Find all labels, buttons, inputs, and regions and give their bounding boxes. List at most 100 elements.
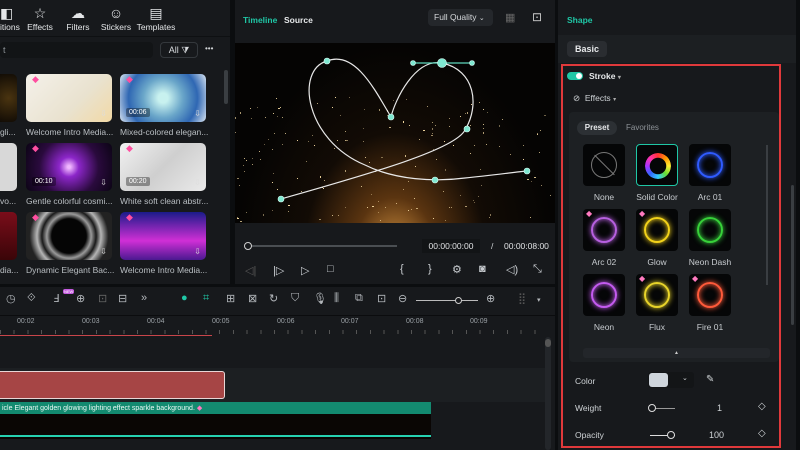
premium-gem-icon: ◆ xyxy=(196,405,203,412)
snap-icon[interactable]: ⌗ xyxy=(203,292,209,305)
preset-fire-01[interactable]: ◆ xyxy=(689,274,731,316)
ai-audio-icon[interactable]: ⊡ xyxy=(98,292,107,305)
collapse-presets-button[interactable]: ▲ xyxy=(583,348,770,358)
preset-neon-dash[interactable] xyxy=(689,209,731,251)
stop-icon[interactable]: □ xyxy=(327,263,334,275)
preset-label: Glow xyxy=(647,257,667,267)
premium-gem-icon: ◆ xyxy=(32,212,39,222)
download-icon[interactable]: ⇩ xyxy=(194,178,201,187)
more-tools-icon[interactable]: » xyxy=(141,292,147,304)
caret-down-icon: ▾ xyxy=(617,75,621,81)
fit-icon[interactable]: ⊡ xyxy=(377,292,386,305)
keyframe-icon[interactable]: ⟐ xyxy=(27,292,36,305)
play-frame-icon[interactable]: |▷ xyxy=(273,264,284,277)
fullscreen-icon[interactable]: ⤡ xyxy=(533,263,542,276)
pip-icon[interactable]: ⧉ xyxy=(355,292,363,305)
snapshot-icon[interactable]: ◙ xyxy=(479,263,486,275)
color-picker[interactable]: ⌄ xyxy=(648,372,694,388)
image-icon[interactable]: ⊠ xyxy=(248,292,257,305)
preset-flux[interactable]: ◆ xyxy=(636,274,678,316)
opacity-keyframe-icon[interactable]: ◇ xyxy=(758,428,766,439)
ruler-label: 00:07 xyxy=(341,318,359,325)
total-time: 00:00:08:00 xyxy=(504,241,549,251)
previous-frame-icon[interactable]: ◁| xyxy=(245,264,256,277)
preset-solid-color[interactable] xyxy=(636,144,678,186)
preset-label: Flux xyxy=(648,322,666,332)
zoom-out-icon[interactable]: ⊖ xyxy=(398,292,407,305)
ai-portrait-icon[interactable]: ⊕ xyxy=(76,292,85,305)
premium-gem-icon: ◆ xyxy=(126,143,133,153)
media-thumbnail-partial[interactable] xyxy=(0,143,17,191)
media-thumbnail[interactable]: ◆ ⇩ xyxy=(120,212,206,260)
preset-none[interactable] xyxy=(583,144,625,186)
audio-mixer-icon[interactable]: ⫼ xyxy=(334,292,339,305)
preset-label: Arc 02 xyxy=(591,257,617,267)
speed-icon[interactable]: ◷ xyxy=(6,292,16,305)
handle-point xyxy=(469,60,475,66)
tab-favorites[interactable]: Favorites xyxy=(626,123,659,132)
opacity-value[interactable]: 100 xyxy=(709,430,724,440)
stroke-label[interactable]: Stroke ▾ xyxy=(589,71,621,81)
ai-copilot-icon[interactable]: ● xyxy=(181,292,188,304)
volume-icon[interactable]: ◁) xyxy=(506,263,518,276)
layout-icon[interactable]: ⣿ xyxy=(518,292,526,305)
shield-icon[interactable]: ⛉ xyxy=(291,292,299,305)
opacity-slider-handle[interactable] xyxy=(667,431,675,439)
inspector-scrollbar[interactable] xyxy=(791,185,794,325)
media-thumbnail[interactable]: ◆ ⇩ xyxy=(26,212,112,260)
play-icon[interactable]: ▷ xyxy=(301,264,309,277)
media-thumbnail[interactable]: ◆ ⇩ 00:06 xyxy=(120,74,206,122)
filter-all-button[interactable]: All ⧩ xyxy=(160,42,198,58)
export-frame-icon[interactable]: ⊟ xyxy=(118,292,127,305)
weight-keyframe-icon[interactable]: ◇ xyxy=(758,401,766,412)
download-icon[interactable]: ⇩ xyxy=(100,178,107,187)
tab-basic[interactable]: Basic xyxy=(567,41,607,57)
media-thumbnail-partial[interactable] xyxy=(0,212,17,260)
anchor-point xyxy=(463,125,471,133)
search-input[interactable]: t xyxy=(0,42,153,58)
stroke-toggle[interactable] xyxy=(567,72,583,80)
tab-stickers[interactable]: ☺ Stickers xyxy=(94,4,138,32)
video-clip[interactable]: icle Elegant golden glowing lighting eff… xyxy=(0,402,431,439)
preset-scrollbar[interactable] xyxy=(766,145,768,285)
download-icon[interactable]: ⇩ xyxy=(100,247,107,256)
library-scrollbar[interactable] xyxy=(224,70,228,104)
more-options-button[interactable]: ••• xyxy=(205,44,213,53)
download-icon[interactable]: ⇩ xyxy=(194,247,201,256)
zoom-slider-handle[interactable] xyxy=(455,297,462,304)
preset-neon[interactable] xyxy=(583,274,625,316)
tab-templates[interactable]: ▤ Templates xyxy=(134,4,178,32)
mark-in-icon[interactable]: { xyxy=(400,263,404,275)
zoom-slider[interactable] xyxy=(416,300,478,301)
download-icon[interactable]: ⇩ xyxy=(194,109,201,118)
media-thumbnail-partial[interactable] xyxy=(0,74,17,122)
ruler-ticks xyxy=(0,330,545,334)
microphone-icon[interactable]: 🎙︎ xyxy=(313,292,327,305)
tab-preset[interactable]: Preset xyxy=(577,121,617,135)
preset-arc-01[interactable] xyxy=(689,144,731,186)
playback-scrubber[interactable] xyxy=(247,245,397,247)
zoom-in-icon[interactable]: ⊕ xyxy=(486,292,495,305)
media-thumbnail[interactable]: ◆ ⇩ 00:10 xyxy=(26,143,112,191)
auto-sync-icon[interactable]: ↻ xyxy=(269,292,278,305)
marker-icon[interactable]: ⊞ xyxy=(226,292,235,305)
current-time[interactable]: 00:00:00:00 xyxy=(422,239,480,253)
caret-down-icon: ▾ xyxy=(613,97,617,103)
effects-dropdown[interactable]: ⊘ Effects ▾ xyxy=(573,93,616,104)
download-icon[interactable]: ⇩ xyxy=(100,109,107,118)
media-thumbnail[interactable]: ◆ ⇩ 00:20 xyxy=(120,143,206,191)
preset-glow[interactable]: ◆ xyxy=(636,209,678,251)
timeline-scrollbar[interactable] xyxy=(545,337,551,450)
settings-icon[interactable]: ⚙ xyxy=(452,263,462,276)
eyedropper-icon[interactable]: ✎ xyxy=(706,374,714,385)
chevron-down-icon[interactable]: ▾ xyxy=(537,296,541,304)
ai-text-icon[interactable]: Ⅎ xyxy=(53,292,59,305)
weight-slider-handle[interactable] xyxy=(648,404,656,412)
weight-value[interactable]: 1 xyxy=(717,403,722,413)
color-swatch xyxy=(649,373,668,387)
preset-arc-02[interactable]: ◆ xyxy=(583,209,625,251)
scrubber-handle[interactable] xyxy=(244,242,252,250)
media-thumbnail[interactable]: ◆ ⇩ xyxy=(26,74,112,122)
shape-clip[interactable] xyxy=(0,371,225,399)
mark-out-icon[interactable]: } xyxy=(428,263,432,275)
